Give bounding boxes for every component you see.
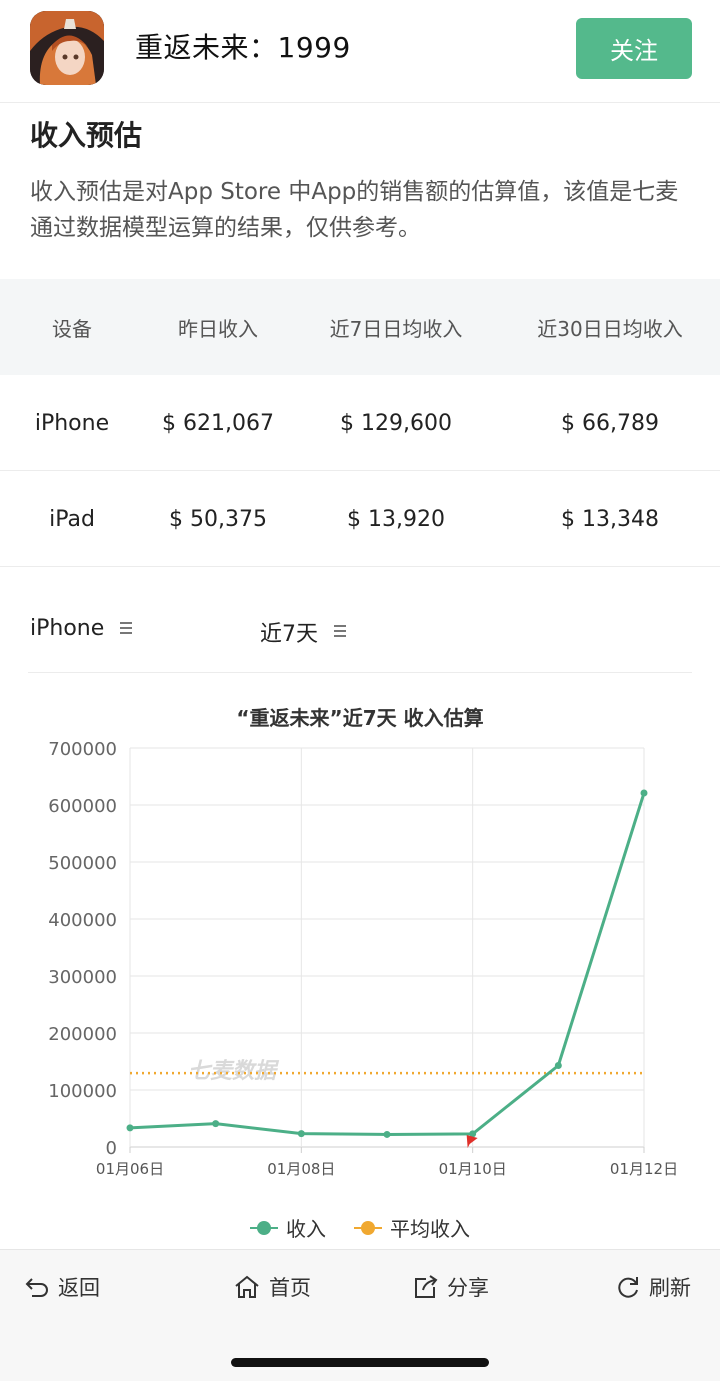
refresh-icon bbox=[618, 1277, 638, 1298]
table-cell: $ 13,920 bbox=[347, 506, 445, 532]
x-tick-label: 01月06日 bbox=[96, 1160, 164, 1178]
data-point bbox=[297, 1130, 305, 1138]
table-header-row: 设备 昨日收入 近7日日均收入 近30日日均收入 bbox=[0, 279, 720, 375]
legend-item-revenue[interactable]: 收入 bbox=[250, 1213, 326, 1242]
table-cell: iPad bbox=[49, 506, 95, 532]
legend-item-average[interactable]: 平均收入 bbox=[354, 1213, 470, 1242]
table-cell: $ 50,375 bbox=[169, 506, 267, 532]
x-tick-label: 01月12日 bbox=[610, 1160, 678, 1178]
section-description: 收入预估是对App Store 中App的销售额的估算值，该值是七麦通过数据模型… bbox=[30, 179, 679, 241]
share-icon bbox=[415, 1275, 438, 1298]
home-button[interactable]: 首页 bbox=[233, 1272, 311, 1302]
chart-title: “重返未来”近7天 收入估算 bbox=[236, 706, 483, 730]
follow-button[interactable]: 关注 bbox=[576, 18, 692, 79]
refresh-label: 刷新 bbox=[649, 1276, 691, 1300]
y-tick-label: 700000 bbox=[48, 739, 117, 760]
menu-icon bbox=[120, 621, 133, 636]
table-row: iPad $ 50,375 $ 13,920 $ 13,348 bbox=[0, 471, 720, 567]
table-header-cell: 近30日日均收入 bbox=[537, 316, 683, 341]
data-point bbox=[640, 789, 648, 797]
menu-icon bbox=[334, 625, 346, 639]
data-point bbox=[126, 1124, 134, 1132]
watermark: 七麦数据 bbox=[188, 1059, 280, 1084]
chart-filters: iPhone 近7天 bbox=[28, 594, 692, 673]
legend-label: 收入 bbox=[286, 1217, 326, 1241]
home-indicator bbox=[231, 1358, 489, 1367]
x-tick-label: 01月08日 bbox=[267, 1160, 335, 1178]
app-header: 重返未来：1999 关注 bbox=[0, 0, 720, 103]
y-tick-label: 400000 bbox=[48, 910, 117, 931]
revenue-line-chart: “重返未来”近7天 收入估算 0 100000 200000 300000 400000 5… bbox=[48, 706, 678, 1178]
data-point bbox=[383, 1130, 391, 1138]
back-button[interactable]: 返回 bbox=[24, 1272, 100, 1302]
y-tick-label: 300000 bbox=[48, 967, 117, 988]
revenue-table: 设备 昨日收入 近7日日均收入 近30日日均收入 iPhone $ 621,06… bbox=[0, 279, 720, 567]
back-label: 返回 bbox=[58, 1276, 100, 1300]
device-filter-label: iPhone bbox=[30, 616, 105, 641]
y-tick-label: 0 bbox=[106, 1138, 117, 1159]
table-cell: $ 13,348 bbox=[561, 506, 659, 532]
legend-line-icon bbox=[354, 1220, 382, 1235]
y-tick-label: 100000 bbox=[48, 1081, 117, 1102]
data-point bbox=[554, 1061, 562, 1069]
chart-legend: 收入 平均收入 bbox=[0, 1213, 720, 1242]
home-icon bbox=[235, 1275, 259, 1298]
revenue-chart: “重返未来”近7天 收入估算 0 100000 200000 300000 400000 5… bbox=[0, 690, 720, 1190]
period-filter-label: 近7天 bbox=[260, 622, 318, 647]
app-icon[interactable] bbox=[30, 11, 104, 85]
back-icon bbox=[25, 1278, 48, 1297]
app-name: 重返未来：1999 bbox=[135, 31, 351, 64]
refresh-button[interactable]: 刷新 bbox=[615, 1272, 691, 1302]
share-label: 分享 bbox=[447, 1276, 489, 1300]
table-header-cell: 近7日日均收入 bbox=[329, 316, 463, 341]
y-tick-label: 600000 bbox=[48, 796, 117, 817]
legend-line-icon bbox=[250, 1220, 278, 1235]
device-filter[interactable]: iPhone bbox=[30, 616, 133, 641]
share-button[interactable]: 分享 bbox=[413, 1272, 489, 1302]
home-label: 首页 bbox=[269, 1276, 311, 1300]
data-point bbox=[212, 1120, 220, 1128]
y-tick-label: 500000 bbox=[48, 853, 117, 874]
y-tick-label: 200000 bbox=[48, 1024, 117, 1045]
legend-label: 平均收入 bbox=[390, 1217, 470, 1241]
period-filter[interactable]: 近7天 bbox=[260, 616, 346, 648]
table-cell: $ 66,789 bbox=[561, 410, 659, 436]
table-header-cell: 设备 bbox=[52, 316, 92, 341]
table-row: iPhone $ 621,067 $ 129,600 $ 66,789 bbox=[0, 375, 720, 471]
section-title: 收入预估 bbox=[30, 119, 143, 152]
table-cell: iPhone bbox=[34, 410, 110, 436]
table-header-cell: 昨日收入 bbox=[178, 316, 258, 341]
x-tick-label: 01月10日 bbox=[439, 1160, 507, 1178]
table-cell: $ 129,600 bbox=[340, 410, 452, 436]
table-cell: $ 621,067 bbox=[162, 410, 274, 436]
